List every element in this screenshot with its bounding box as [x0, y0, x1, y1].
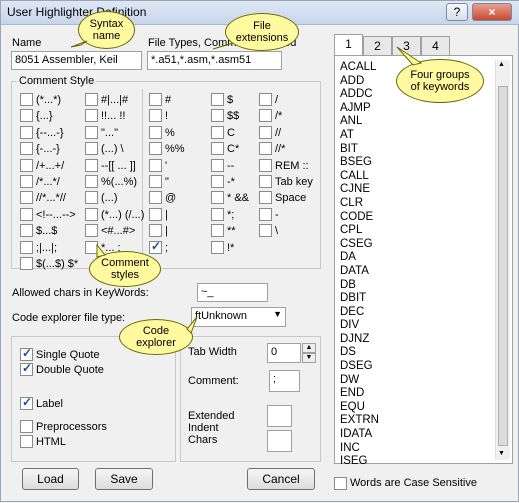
tail-syntax	[70, 40, 88, 48]
tail-groups	[396, 46, 423, 66]
dialog-window: User Highlighter Definition ? × Name 805…	[0, 0, 519, 502]
tail-files	[212, 42, 234, 50]
tail-explorer	[186, 316, 198, 334]
tail-comments	[96, 243, 106, 258]
callout-tails	[70, 40, 423, 334]
